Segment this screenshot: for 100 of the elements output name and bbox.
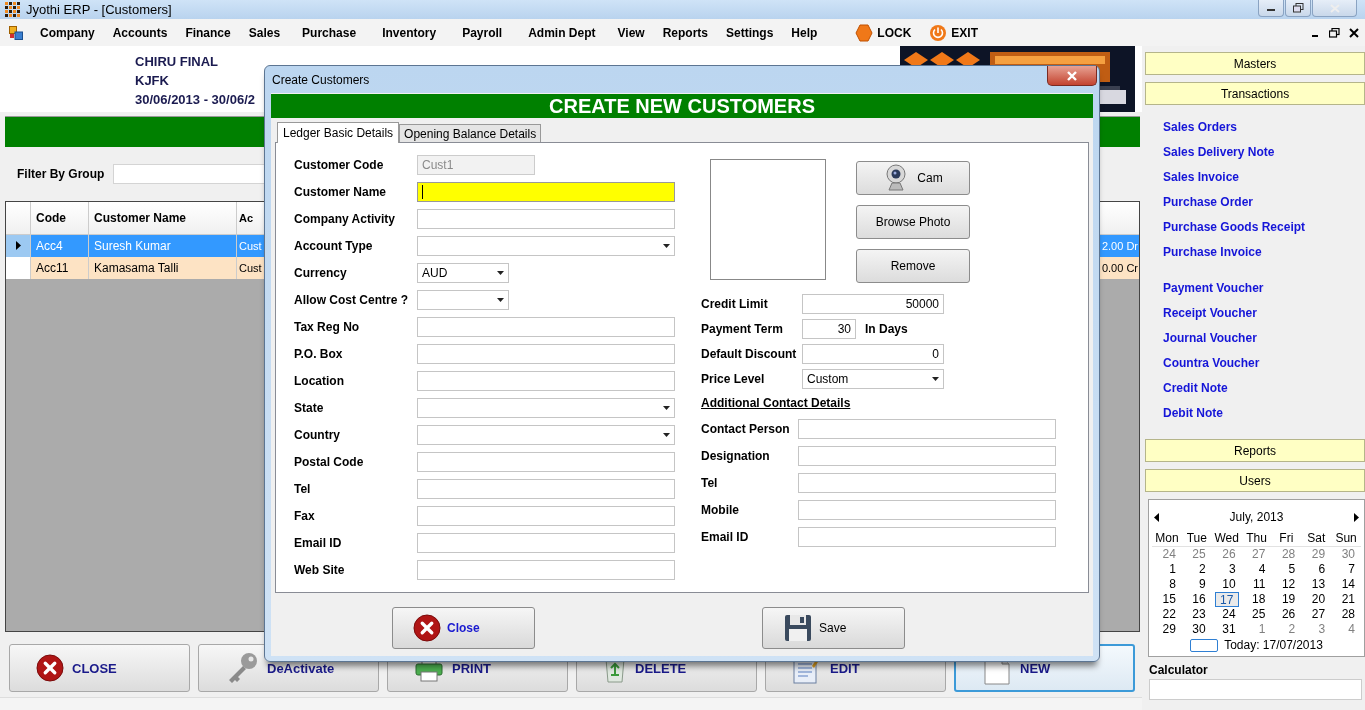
input-field[interactable]: [417, 343, 675, 364]
tab[interactable]: Opening Balance Details: [399, 124, 542, 142]
previous-month-icon[interactable]: [1154, 512, 1159, 522]
photo-button[interactable]: Cam: [856, 161, 970, 195]
menu-item[interactable]: Inventory: [369, 25, 450, 40]
app-menu-icon[interactable]: [9, 25, 23, 40]
side-link[interactable]: Credit Note: [1163, 375, 1365, 400]
input-field[interactable]: [417, 559, 675, 580]
calendar-day[interactable]: 30: [1331, 547, 1361, 562]
section-button[interactable]: Reports: [1145, 439, 1365, 462]
tab[interactable]: Ledger Basic Details: [277, 122, 400, 143]
close-icon[interactable]: [1349, 27, 1359, 38]
row-header[interactable]: [6, 234, 31, 257]
calendar-day[interactable]: 29: [1152, 622, 1182, 637]
dropdown[interactable]: [417, 289, 509, 310]
calendar-day[interactable]: 2: [1271, 622, 1302, 637]
side-link[interactable]: Purchase Goods Receipt: [1163, 214, 1365, 239]
calendar-day[interactable]: 2: [1181, 562, 1212, 577]
close-button[interactable]: Close: [392, 607, 535, 649]
calendar-day[interactable]: 29: [1301, 547, 1332, 562]
input-field[interactable]: 30: [802, 318, 856, 339]
menu-item[interactable]: View: [608, 25, 654, 40]
input-field[interactable]: 50000: [802, 293, 944, 314]
input-field[interactable]: [798, 418, 1056, 439]
menu-item[interactable]: Finance: [176, 25, 240, 40]
restore-icon[interactable]: [1329, 27, 1340, 38]
input-field[interactable]: [417, 532, 675, 553]
menu-item[interactable]: Accounts: [103, 25, 177, 40]
calendar-day[interactable]: 23: [1181, 607, 1212, 622]
menu-item[interactable]: Payroll: [449, 25, 516, 40]
calendar-day[interactable]: 4: [1241, 562, 1272, 577]
calendar-day[interactable]: 24: [1152, 547, 1182, 562]
menu-item[interactable]: Settings: [717, 25, 783, 40]
calendar-day[interactable]: 9: [1181, 577, 1212, 592]
calendar-day[interactable]: 26: [1271, 607, 1302, 622]
dropdown[interactable]: Custom: [802, 368, 944, 389]
calendar-day[interactable]: 30: [1181, 622, 1212, 637]
calendar-day[interactable]: 3: [1301, 622, 1332, 637]
calendar-day[interactable]: 8: [1152, 577, 1182, 592]
calendar-day[interactable]: 18: [1241, 592, 1272, 607]
side-link[interactable]: Purchase Order: [1163, 189, 1365, 214]
menu-item[interactable]: Sales: [239, 25, 290, 40]
section-button[interactable]: Users: [1145, 469, 1365, 492]
close-button[interactable]: [1047, 66, 1097, 86]
calendar-day[interactable]: 15: [1152, 592, 1182, 607]
column-header[interactable]: Code: [31, 201, 89, 234]
photo-button[interactable]: Remove: [856, 249, 970, 283]
input-field[interactable]: [417, 208, 675, 229]
column-header[interactable]: Customer Name: [89, 201, 237, 234]
input-field[interactable]: [798, 445, 1056, 466]
calendar-day[interactable]: 28: [1331, 607, 1361, 622]
calendar-day[interactable]: 6: [1301, 562, 1332, 577]
save-button[interactable]: Save: [762, 607, 905, 649]
calendar-day[interactable]: 16: [1181, 592, 1212, 607]
side-link[interactable]: Sales Invoice: [1163, 164, 1365, 189]
photo-button[interactable]: Browse Photo: [856, 205, 970, 239]
calendar-day[interactable]: 27: [1301, 607, 1332, 622]
dropdown[interactable]: [417, 235, 675, 256]
input-field[interactable]: [798, 499, 1056, 520]
input-field[interactable]: [798, 526, 1056, 547]
input-field[interactable]: [417, 316, 675, 337]
input-field[interactable]: [417, 478, 675, 499]
side-link[interactable]: Journal Voucher: [1163, 325, 1365, 350]
side-link[interactable]: Debit Note: [1163, 400, 1365, 425]
calendar-day[interactable]: 25: [1241, 607, 1272, 622]
calendar-day[interactable]: 11: [1241, 577, 1272, 592]
calendar-day[interactable]: 21: [1331, 592, 1361, 607]
next-month-icon[interactable]: [1354, 512, 1359, 522]
calendar-day[interactable]: 25: [1181, 547, 1212, 562]
input-field[interactable]: [798, 472, 1056, 493]
action-button[interactable]: CLOSE: [9, 644, 190, 692]
minimize-button[interactable]: [1258, 0, 1284, 17]
restore-button[interactable]: [1285, 0, 1311, 17]
calendar-day[interactable]: 14: [1331, 577, 1361, 592]
calendar-day[interactable]: 26: [1211, 547, 1242, 562]
calculator-field[interactable]: [1149, 679, 1362, 700]
input-field[interactable]: 0: [802, 343, 944, 364]
input-field[interactable]: [417, 451, 675, 472]
calendar-day[interactable]: 7: [1331, 562, 1361, 577]
dropdown[interactable]: [417, 397, 675, 418]
calendar-day[interactable]: 31: [1211, 622, 1242, 637]
menu-item[interactable]: Admin Dept: [515, 25, 609, 40]
dropdown[interactable]: AUD: [417, 262, 509, 283]
calendar-day[interactable]: 4: [1331, 622, 1361, 637]
exit-menu-item[interactable]: EXIT: [951, 25, 979, 40]
today-link[interactable]: Today: 17/07/2013: [1224, 638, 1323, 652]
menu-item[interactable]: Help: [782, 25, 827, 40]
side-link[interactable]: Receipt Voucher: [1163, 300, 1365, 325]
calendar-day[interactable]: 5: [1271, 562, 1302, 577]
calendar-day[interactable]: 28: [1271, 547, 1302, 562]
calendar-day[interactable]: 10: [1211, 577, 1242, 592]
menu-item[interactable]: Company: [31, 25, 104, 40]
input-field[interactable]: [417, 505, 675, 526]
calendar-day[interactable]: 22: [1152, 607, 1182, 622]
side-link[interactable]: Sales Orders: [1163, 114, 1365, 139]
calendar-day[interactable]: 12: [1271, 577, 1302, 592]
calendar-day[interactable]: 17: [1214, 592, 1239, 607]
lock-menu-item[interactable]: LOCK: [877, 25, 912, 40]
calendar-day[interactable]: 1: [1241, 622, 1272, 637]
calendar-day[interactable]: 3: [1211, 562, 1242, 577]
